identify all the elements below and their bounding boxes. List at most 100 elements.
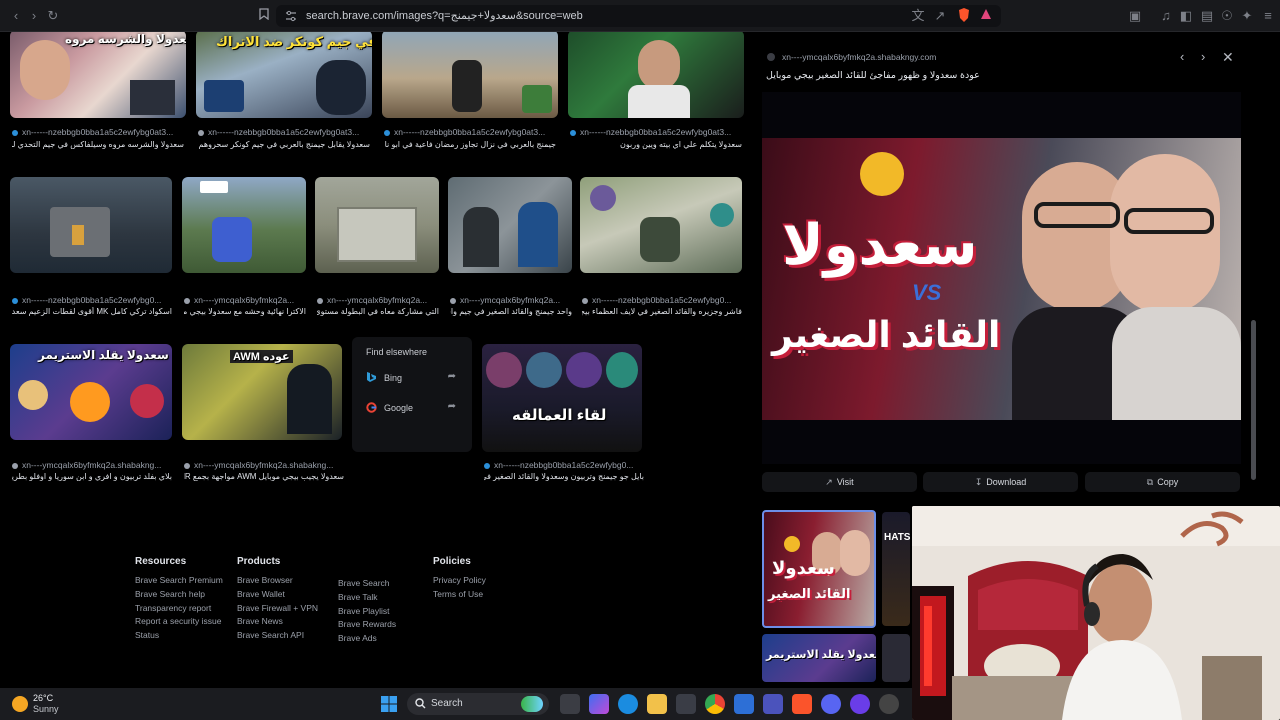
tune-icon[interactable] [285,10,297,22]
result-thumbnail[interactable] [10,177,172,273]
result-thumbnail[interactable]: لقاء العمالقه [482,344,642,452]
media-icon[interactable]: ♫ [1158,8,1174,24]
brave-shield-icon[interactable] [956,8,972,24]
windows-start-icon[interactable] [381,696,397,712]
rewards-icon[interactable] [978,8,994,24]
result-card[interactable]: xn----ymcqalx6byfmkq2a... التي مشاركة مع… [315,177,439,317]
wallet-icon[interactable]: ▤ [1199,8,1215,24]
footer-link[interactable]: Terms of Use [433,588,486,602]
footer-link[interactable]: Brave Ads [338,632,396,646]
footer-link[interactable]: Transparency report [135,602,223,616]
result-card[interactable]: xn----ymcqalx6byfmkq2a... واحد جيمنج وال… [448,177,572,317]
sidebar-icon[interactable]: ◧ [1178,8,1194,24]
find-google-option[interactable]: Google ➦ [364,401,464,415]
find-bing-option[interactable]: Bing ➦ [364,371,464,385]
result-card[interactable]: xn------nzebbgb0bba1a5c2ewfybg0at3... سع… [568,32,744,150]
footer-link[interactable]: Brave Talk [338,591,396,605]
taskbar-search[interactable]: Search [407,693,549,715]
result-thumbnail[interactable] [182,177,306,273]
brave-icon[interactable] [792,694,812,714]
related-images: سعدولا القائد الصغير HATS سعدولا يقلد ال… [760,508,910,682]
leo-icon[interactable]: ✦ [1239,8,1255,24]
result-source: xn------nzebbgb0bba1a5c2ewfybg0... [12,295,172,305]
menu-icon[interactable]: ≡ [1260,8,1276,24]
related-thumbnail-selected[interactable]: سعدولا القائد الصغير [762,510,876,628]
footer-link[interactable]: Brave News [237,615,318,629]
footer-link[interactable]: Brave Wallet [237,588,318,602]
reload-icon[interactable]: ↻ [45,8,61,24]
sun-icon[interactable] [12,696,28,712]
next-icon[interactable]: › [1201,49,1205,64]
browser-toolbar: ‹ › ↻ search.brave.com/images?q=سعدولا+ج… [0,0,1280,32]
copilot-icon[interactable] [589,694,609,714]
result-card[interactable]: سعدولا والشرسه مروه xn------nzebbgb0bba1… [10,32,186,150]
result-source: xn----ymcqalx6byfmkq2a... [184,295,306,305]
related-thumbnail[interactable]: HATS [882,512,910,626]
related-thumbnail[interactable]: سعدولا يقلد الاستريمر [762,634,876,682]
scrollbar-thumb[interactable] [1251,320,1256,480]
mail-icon[interactable] [734,694,754,714]
result-card[interactable]: سعدولا يقلد الاستريمر xn----ymcqalx6byfm… [10,344,172,484]
download-button[interactable]: ↧ Download [923,472,1078,492]
result-thumbnail[interactable]: سعدولا يقلد الاستريمر [10,344,172,440]
share-icon[interactable]: ➦ [448,401,456,412]
url-text[interactable]: search.brave.com/images?q=سعدولا+جيمنج&s… [306,9,583,22]
webcam-feed-image [912,506,1280,720]
result-thumbnail[interactable] [568,32,744,118]
previous-icon[interactable]: ‹ [1180,49,1184,64]
result-card[interactable]: xn----ymcqalx6byfmkq2a... الاكترا نهائية… [182,177,306,317]
footer-link[interactable]: Brave Search API [237,629,318,643]
store-icon[interactable] [676,694,696,714]
tabs-icon[interactable]: ▣ [1127,8,1143,24]
result-thumbnail[interactable] [448,177,572,273]
footer-link[interactable]: Report a security issue [135,615,223,629]
task-view-icon[interactable] [560,694,580,714]
footer-link[interactable]: Privacy Policy [433,574,486,588]
result-thumbnail[interactable] [580,177,742,273]
share-icon[interactable]: ➦ [448,371,456,382]
chrome-icon[interactable] [705,694,725,714]
file-explorer-icon[interactable] [647,694,667,714]
result-card[interactable]: xn------nzebbgb0bba1a5c2ewfybg0... فاشر … [580,177,742,317]
discord-icon[interactable] [821,694,841,714]
copy-button[interactable]: ⧉ Copy [1085,472,1240,492]
app-icon[interactable] [850,694,870,714]
teams-icon[interactable] [763,694,783,714]
related-thumbnail[interactable] [882,634,910,682]
result-card[interactable]: xn------nzebbgb0bba1a5c2ewfybg0at3... جي… [382,32,558,150]
result-thumbnail[interactable]: AWM عوده [182,344,342,440]
close-icon[interactable]: ✕ [1222,49,1234,66]
result-thumbnail[interactable]: في جيم كونكر ضد الاتراك [196,32,372,118]
bookmark-icon[interactable] [256,8,272,24]
footer-link[interactable]: Brave Rewards [338,618,396,632]
settings-icon[interactable] [879,694,899,714]
footer-link[interactable]: Brave Playlist [338,605,396,619]
weather-condition[interactable]: Sunny [33,704,59,714]
footer-link[interactable]: Brave Search help [135,588,223,602]
share-icon[interactable]: ↗ [932,8,948,24]
translate-icon[interactable]: 文 [910,8,926,24]
preview-image[interactable]: سعدولا VS القائد الصغير [762,92,1241,464]
result-card[interactable]: لقاء العمالقه xn------nzebbgb0bba1a5c2ew… [482,344,644,484]
result-card[interactable]: xn------nzebbgb0bba1a5c2ewfybg0... اسكوا… [10,177,172,317]
vpn-icon[interactable]: ☉ [1219,8,1235,24]
forward-icon[interactable]: › [26,8,42,24]
visit-button[interactable]: ↗ Visit [762,472,917,492]
site-favicon-icon [767,53,775,61]
result-thumbnail[interactable] [382,32,558,118]
footer-link[interactable]: Brave Search [338,577,396,591]
footer-link[interactable]: Brave Firewall + VPN [237,602,318,616]
back-icon[interactable]: ‹ [8,8,24,24]
result-card[interactable]: AWM عوده xn----ymcqalx6byfmkq2a.shabakng… [182,344,344,484]
address-bar[interactable]: search.brave.com/images?q=سعدولا+جيمنج&s… [276,5,1001,27]
edge-icon[interactable] [618,694,638,714]
weather-temperature[interactable]: 26°C [33,693,53,703]
result-thumbnail[interactable]: سعدولا والشرسه مروه [10,32,186,118]
preview-source[interactable]: xn----ymcqalx6byfmkq2a.shabakngy.com [782,52,936,62]
result-thumbnail[interactable] [315,177,439,273]
result-source: xn------nzebbgb0bba1a5c2ewfybg0at3... [198,127,370,137]
footer-link[interactable]: Status [135,629,223,643]
footer-link[interactable]: Brave Browser [237,574,318,588]
result-card[interactable]: في جيم كونكر ضد الاتراك xn------nzebbgb0… [196,32,372,150]
footer-link[interactable]: Brave Search Premium [135,574,223,588]
